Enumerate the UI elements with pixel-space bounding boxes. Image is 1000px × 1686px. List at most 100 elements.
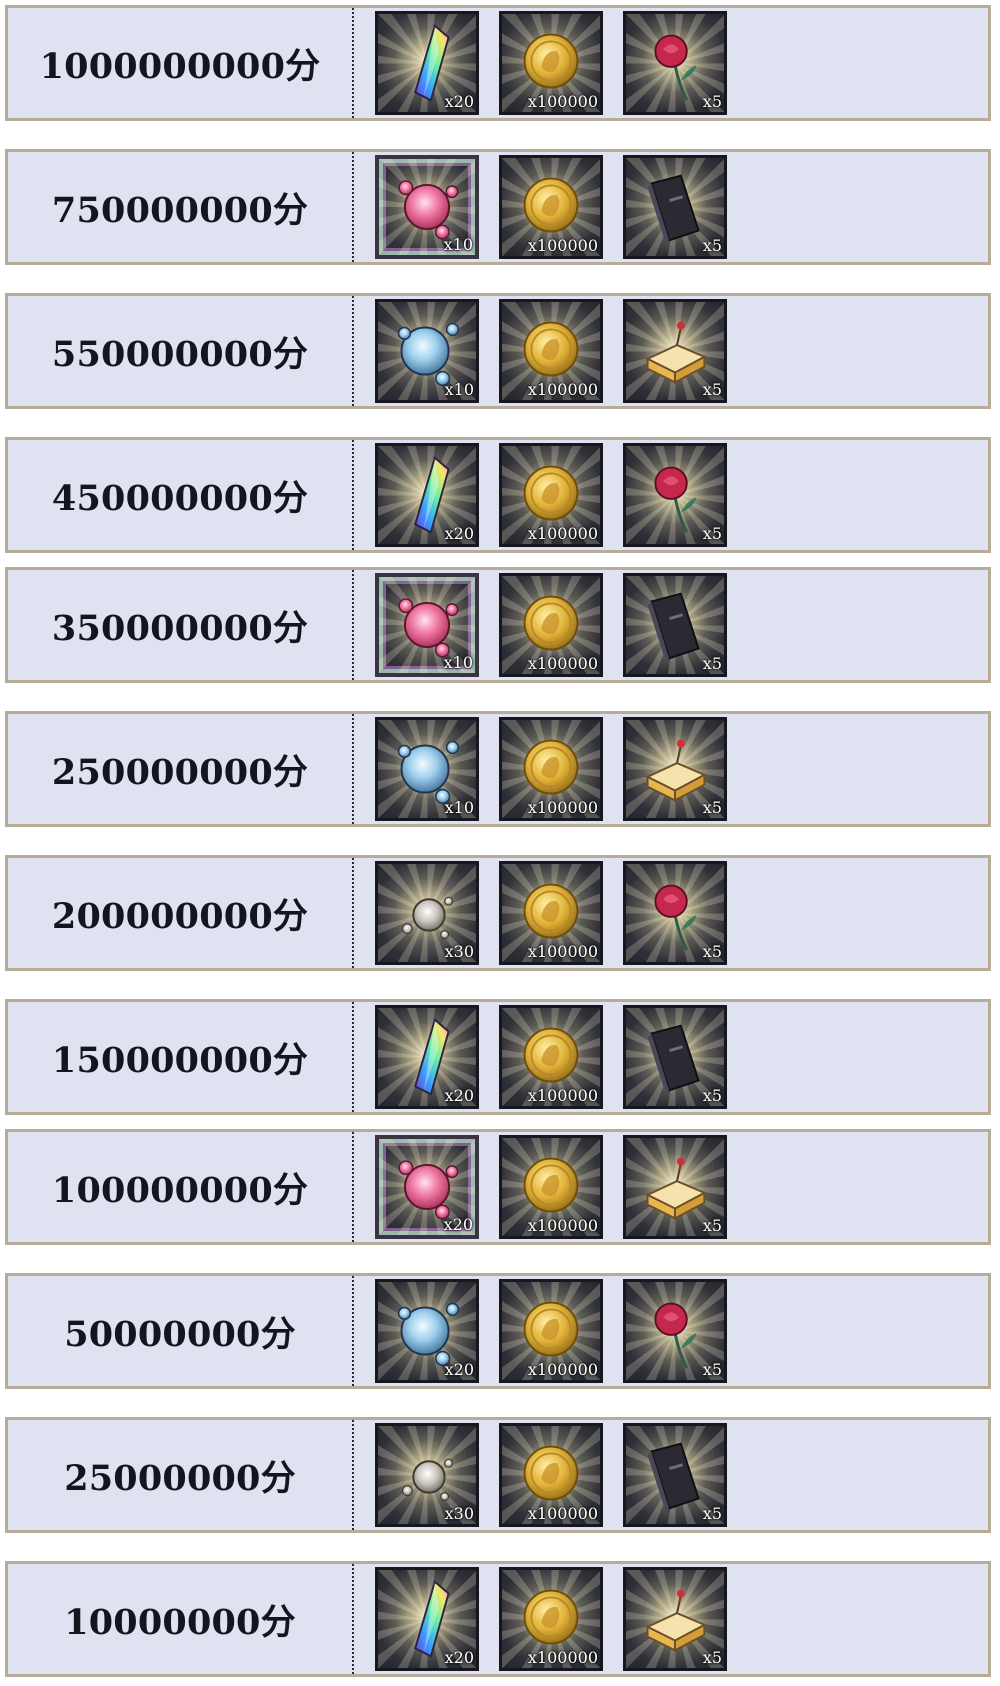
reward-tier-row: 550000000分 x10 x100000 x5: [5, 293, 991, 409]
coin-icon[interactable]: x100000: [499, 1135, 603, 1239]
crystal-icon[interactable]: x20: [375, 1567, 479, 1671]
reward-quantity: x100000: [527, 524, 598, 543]
reward-quantity: x20: [444, 524, 474, 543]
reward-quantity: x10: [444, 380, 474, 399]
reward-quantity: x5: [702, 1504, 722, 1523]
reward-items: x20 x100000 x5: [375, 1279, 727, 1383]
reward-quantity: x5: [702, 380, 722, 399]
reward-quantity: x100000: [527, 1648, 598, 1667]
book-icon[interactable]: x5: [623, 1005, 727, 1109]
reward-quantity: x100000: [527, 654, 598, 673]
coin-icon[interactable]: x100000: [499, 155, 603, 259]
reward-tier-row: 10000000分 x20 x100000 x5: [5, 1561, 991, 1677]
reward-tier-row: 1000000000分 x20 x100000 x5: [5, 5, 991, 121]
cake-icon[interactable]: x5: [623, 299, 727, 403]
coin-icon[interactable]: x100000: [499, 443, 603, 547]
reward-quantity: x5: [702, 654, 722, 673]
score-threshold: 100000000分: [8, 1132, 354, 1242]
reward-quantity: x100000: [527, 380, 598, 399]
reward-quantity: x20: [444, 1648, 474, 1667]
reward-quantity: x10: [444, 798, 474, 817]
reward-tier-row: 100000000分 x20 x100000 x5: [5, 1129, 991, 1245]
reward-tier-row: 750000000分 x10 x100000 x5: [5, 149, 991, 265]
reward-tier-row: 350000000分 x10 x100000 x5: [5, 567, 991, 683]
score-threshold: 200000000分: [8, 858, 354, 968]
reward-tier-row: 450000000分 x20 x100000 x5: [5, 437, 991, 553]
score-threshold: 250000000分: [8, 714, 354, 824]
reward-quantity: x100000: [527, 1504, 598, 1523]
coin-icon[interactable]: x100000: [499, 1567, 603, 1671]
reward-quantity: x100000: [527, 798, 598, 817]
pink-orb-icon[interactable]: x20: [375, 1135, 479, 1239]
reward-quantity: x100000: [527, 1086, 598, 1105]
score-threshold: 450000000分: [8, 440, 354, 550]
reward-quantity: x20: [444, 1360, 474, 1379]
coin-icon[interactable]: x100000: [499, 1423, 603, 1527]
reward-items: x10 x100000 x5: [375, 299, 727, 403]
silver-orb-icon[interactable]: x30: [375, 861, 479, 965]
reward-quantity: x5: [702, 92, 722, 111]
reward-quantity: x10: [443, 653, 473, 672]
reward-quantity: x30: [444, 942, 474, 961]
reward-quantity: x20: [444, 92, 474, 111]
crystal-icon[interactable]: x20: [375, 11, 479, 115]
score-threshold: 25000000分: [8, 1420, 354, 1530]
pink-orb-icon[interactable]: x10: [375, 155, 479, 259]
rose-icon[interactable]: x5: [623, 861, 727, 965]
coin-icon[interactable]: x100000: [499, 1005, 603, 1109]
reward-quantity: x5: [702, 942, 722, 961]
reward-quantity: x5: [702, 798, 722, 817]
coin-icon[interactable]: x100000: [499, 1279, 603, 1383]
rose-icon[interactable]: x5: [623, 443, 727, 547]
reward-items: x10 x100000 x5: [375, 573, 727, 677]
reward-items: x20 x100000 x5: [375, 1567, 727, 1671]
crystal-icon[interactable]: x20: [375, 443, 479, 547]
score-threshold: 550000000分: [8, 296, 354, 406]
crystal-icon[interactable]: x20: [375, 1005, 479, 1109]
book-icon[interactable]: x5: [623, 155, 727, 259]
reward-quantity: x5: [702, 1360, 722, 1379]
silver-orb-icon[interactable]: x30: [375, 1423, 479, 1527]
reward-tier-row: 50000000分 x20 x100000 x5: [5, 1273, 991, 1389]
blue-orb-icon[interactable]: x10: [375, 299, 479, 403]
score-threshold: 750000000分: [8, 152, 354, 262]
reward-items: x20 x100000 x5: [375, 11, 727, 115]
reward-quantity: x100000: [527, 236, 598, 255]
reward-quantity: x100000: [527, 942, 598, 961]
book-icon[interactable]: x5: [623, 1423, 727, 1527]
coin-icon[interactable]: x100000: [499, 11, 603, 115]
coin-icon[interactable]: x100000: [499, 861, 603, 965]
reward-quantity: x100000: [527, 92, 598, 111]
reward-items: x10 x100000 x5: [375, 155, 727, 259]
cake-icon[interactable]: x5: [623, 1567, 727, 1671]
reward-tier-row: 25000000分 x30 x100000 x5: [5, 1417, 991, 1533]
reward-quantity: x30: [444, 1504, 474, 1523]
reward-quantity: x20: [444, 1086, 474, 1105]
reward-items: x20 x100000 x5: [375, 1005, 727, 1109]
score-threshold: 50000000分: [8, 1276, 354, 1386]
reward-tier-row: 200000000分 x30 x100000 x5: [5, 855, 991, 971]
coin-icon[interactable]: x100000: [499, 299, 603, 403]
book-icon[interactable]: x5: [623, 573, 727, 677]
blue-orb-icon[interactable]: x20: [375, 1279, 479, 1383]
rose-icon[interactable]: x5: [623, 11, 727, 115]
reward-quantity: x5: [702, 524, 722, 543]
coin-icon[interactable]: x100000: [499, 573, 603, 677]
reward-items: x20 x100000 x5: [375, 443, 727, 547]
blue-orb-icon[interactable]: x10: [375, 717, 479, 821]
score-threshold: 1000000000分: [8, 8, 354, 118]
reward-items: x30 x100000 x5: [375, 861, 727, 965]
reward-quantity: x20: [443, 1215, 473, 1234]
reward-tier-row: 250000000分 x10 x100000 x5: [5, 711, 991, 827]
reward-items: x20 x100000 x5: [375, 1135, 727, 1239]
score-threshold: 150000000分: [8, 1002, 354, 1112]
reward-tier-list: 1000000000分 x20 x100000 x5 750000000分 x10 x100…: [0, 0, 1000, 1686]
rose-icon[interactable]: x5: [623, 1279, 727, 1383]
coin-icon[interactable]: x100000: [499, 717, 603, 821]
cake-icon[interactable]: x5: [623, 1135, 727, 1239]
pink-orb-icon[interactable]: x10: [375, 573, 479, 677]
reward-items: x10 x100000 x5: [375, 717, 727, 821]
score-threshold: 10000000分: [8, 1564, 354, 1674]
cake-icon[interactable]: x5: [623, 717, 727, 821]
reward-quantity: x5: [702, 1086, 722, 1105]
